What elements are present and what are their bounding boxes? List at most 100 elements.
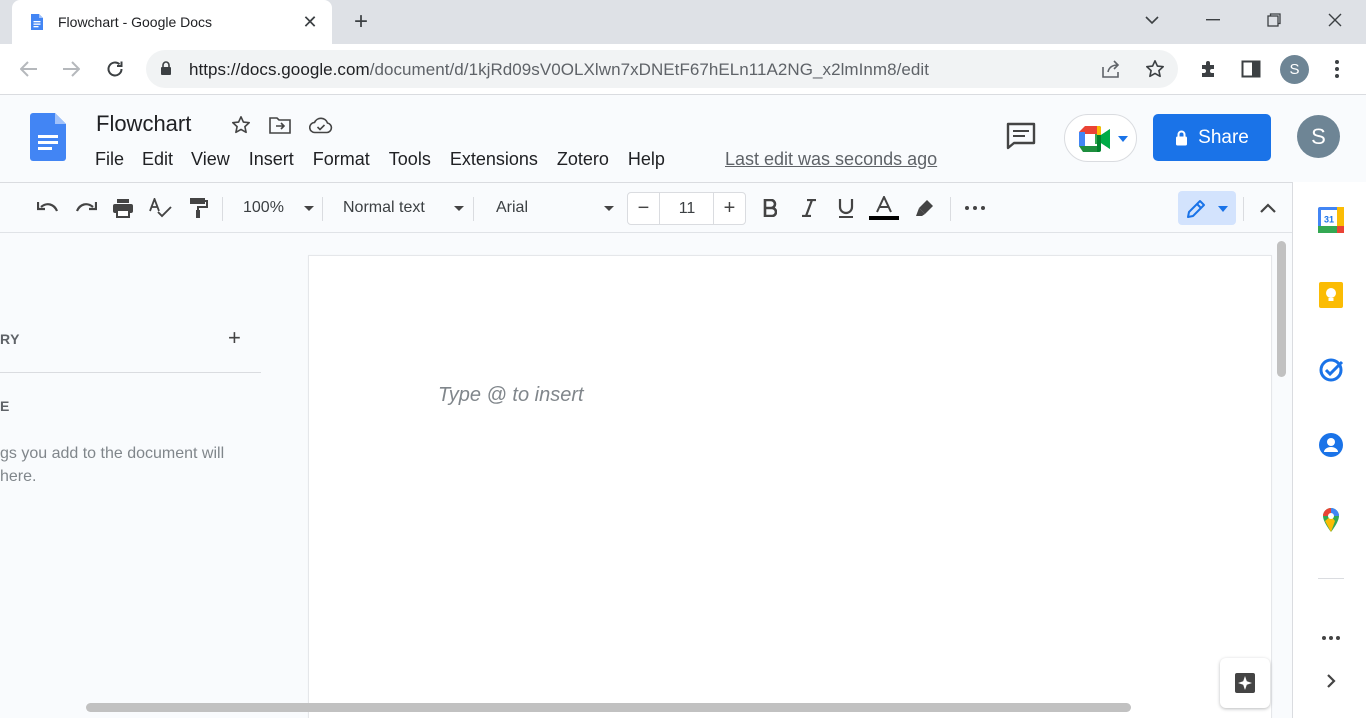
close-window-button[interactable]: [1317, 6, 1353, 34]
menu-zotero[interactable]: Zotero: [557, 149, 609, 170]
chevron-down-icon: [1145, 15, 1159, 24]
side-panel-more-button[interactable]: [1318, 625, 1344, 651]
tasks-button[interactable]: [1318, 357, 1344, 383]
tab-search-button[interactable]: [1134, 6, 1170, 34]
google-docs-logo-icon[interactable]: [30, 113, 66, 161]
maps-button[interactable]: [1318, 507, 1344, 533]
comments-icon[interactable]: [1006, 122, 1036, 150]
url-host: https://docs.google.com: [189, 60, 370, 79]
account-avatar[interactable]: S: [1297, 115, 1340, 158]
caret-down-icon: [304, 205, 314, 211]
document-status-button[interactable]: [309, 113, 333, 137]
contacts-button[interactable]: [1318, 432, 1344, 458]
share-label: Share: [1198, 126, 1249, 148]
document-outline-panel: RY + E gs you add to the document will h…: [0, 233, 262, 718]
paint-format-button[interactable]: [186, 195, 212, 221]
move-button[interactable]: [268, 113, 292, 137]
decrease-font-size-button[interactable]: −: [628, 193, 660, 224]
font-select[interactable]: Arial: [488, 195, 614, 221]
explore-button[interactable]: [1220, 658, 1270, 708]
extensions-button[interactable]: [1196, 56, 1222, 82]
chevron-up-icon: [1260, 203, 1276, 213]
paragraph-style-value: Normal text: [343, 199, 425, 216]
share-page-button[interactable]: [1100, 58, 1122, 80]
font-size-input[interactable]: 11: [661, 200, 713, 218]
menu-file[interactable]: File: [95, 149, 124, 170]
browser-profile-avatar[interactable]: S: [1280, 55, 1309, 84]
zoom-select[interactable]: 100%: [236, 195, 314, 221]
spellcheck-button[interactable]: [147, 195, 173, 221]
share-page-icon: [1102, 60, 1120, 78]
redo-icon: [75, 202, 97, 212]
close-tab-icon[interactable]: ✕: [300, 12, 320, 32]
bookmark-button[interactable]: [1144, 58, 1166, 80]
address-bar[interactable]: https://docs.google.com/document/d/1kjRd…: [146, 50, 1178, 88]
more-horiz-icon: [965, 206, 985, 210]
increase-font-size-button[interactable]: +: [713, 193, 745, 224]
more-options-button[interactable]: [962, 195, 988, 221]
side-panel-button[interactable]: [1238, 56, 1264, 82]
paragraph-style-select[interactable]: Normal text: [336, 195, 464, 221]
vertical-scrollbar[interactable]: [1277, 241, 1286, 377]
keep-button[interactable]: [1318, 282, 1344, 308]
menu-extensions[interactable]: Extensions: [450, 149, 538, 170]
italic-button[interactable]: [797, 195, 821, 221]
folder-move-icon: [269, 117, 291, 134]
bold-button[interactable]: [758, 195, 782, 221]
italic-icon: [802, 199, 816, 217]
editing-mode-button[interactable]: [1178, 191, 1236, 225]
close-icon: [1328, 13, 1342, 27]
star-icon: [232, 116, 250, 134]
spellcheck-icon: [149, 198, 172, 218]
restore-button[interactable]: [1256, 6, 1292, 34]
star-document-button[interactable]: [229, 113, 253, 137]
menu-tools[interactable]: Tools: [389, 149, 431, 170]
side-panel-icon: [1241, 60, 1261, 78]
menu-bar: File Edit View Insert Format Tools Exten…: [95, 149, 665, 170]
last-edit-link[interactable]: Last edit was seconds ago: [725, 149, 937, 170]
lock-icon: [161, 61, 171, 75]
menu-help[interactable]: Help: [628, 149, 665, 170]
print-button[interactable]: [110, 195, 136, 221]
browser-menu-button[interactable]: [1324, 56, 1350, 82]
outline-summary-label: RY: [0, 331, 20, 347]
share-button[interactable]: Share: [1153, 114, 1271, 161]
meet-button[interactable]: [1064, 114, 1137, 162]
add-summary-button[interactable]: +: [228, 325, 241, 351]
chevron-right-icon: [1327, 674, 1336, 688]
calendar-day: 31: [1324, 215, 1334, 225]
highlight-color-button[interactable]: [912, 195, 938, 221]
new-tab-button[interactable]: +: [348, 10, 374, 36]
insert-placeholder[interactable]: Type @ to insert: [438, 384, 584, 407]
redo-button[interactable]: [73, 195, 99, 221]
caret-down-icon: [454, 205, 464, 211]
cloud-done-icon: [309, 117, 333, 133]
menu-insert[interactable]: Insert: [249, 149, 294, 170]
undo-button[interactable]: [35, 195, 61, 221]
horizontal-scrollbar[interactable]: [86, 703, 1131, 712]
browser-tab[interactable]: Flowchart - Google Docs ✕: [12, 0, 332, 44]
docs-header: Flowchart File Edit View Insert Format T…: [0, 96, 1366, 182]
back-button[interactable]: [16, 56, 42, 82]
caret-down-icon: [1218, 206, 1228, 212]
browser-toolbar: https://docs.google.com/document/d/1kjRd…: [0, 44, 1366, 95]
paint-roller-icon: [190, 198, 208, 218]
document-page[interactable]: Type @ to insert: [308, 255, 1272, 718]
google-tasks-icon: [1319, 358, 1344, 382]
minimize-button[interactable]: [1195, 6, 1231, 34]
forward-button[interactable]: [58, 56, 84, 82]
text-color-button[interactable]: [869, 193, 899, 223]
menu-format[interactable]: Format: [313, 149, 370, 170]
side-panel: 31: [1292, 182, 1366, 718]
document-title[interactable]: Flowchart: [96, 111, 191, 137]
underline-button[interactable]: [834, 195, 858, 221]
menu-view[interactable]: View: [191, 149, 230, 170]
more-vert-icon: [1335, 60, 1339, 78]
url-path: /document/d/1kjRd09sV0OLXlwn7xDNEtF67hEL…: [369, 60, 930, 79]
calendar-button[interactable]: 31: [1318, 207, 1344, 233]
expand-side-panel-button[interactable]: [1318, 668, 1344, 694]
hide-menus-button[interactable]: [1255, 195, 1281, 221]
menu-edit[interactable]: Edit: [142, 149, 173, 170]
reload-button[interactable]: [102, 56, 128, 82]
underline-icon: [838, 199, 854, 218]
